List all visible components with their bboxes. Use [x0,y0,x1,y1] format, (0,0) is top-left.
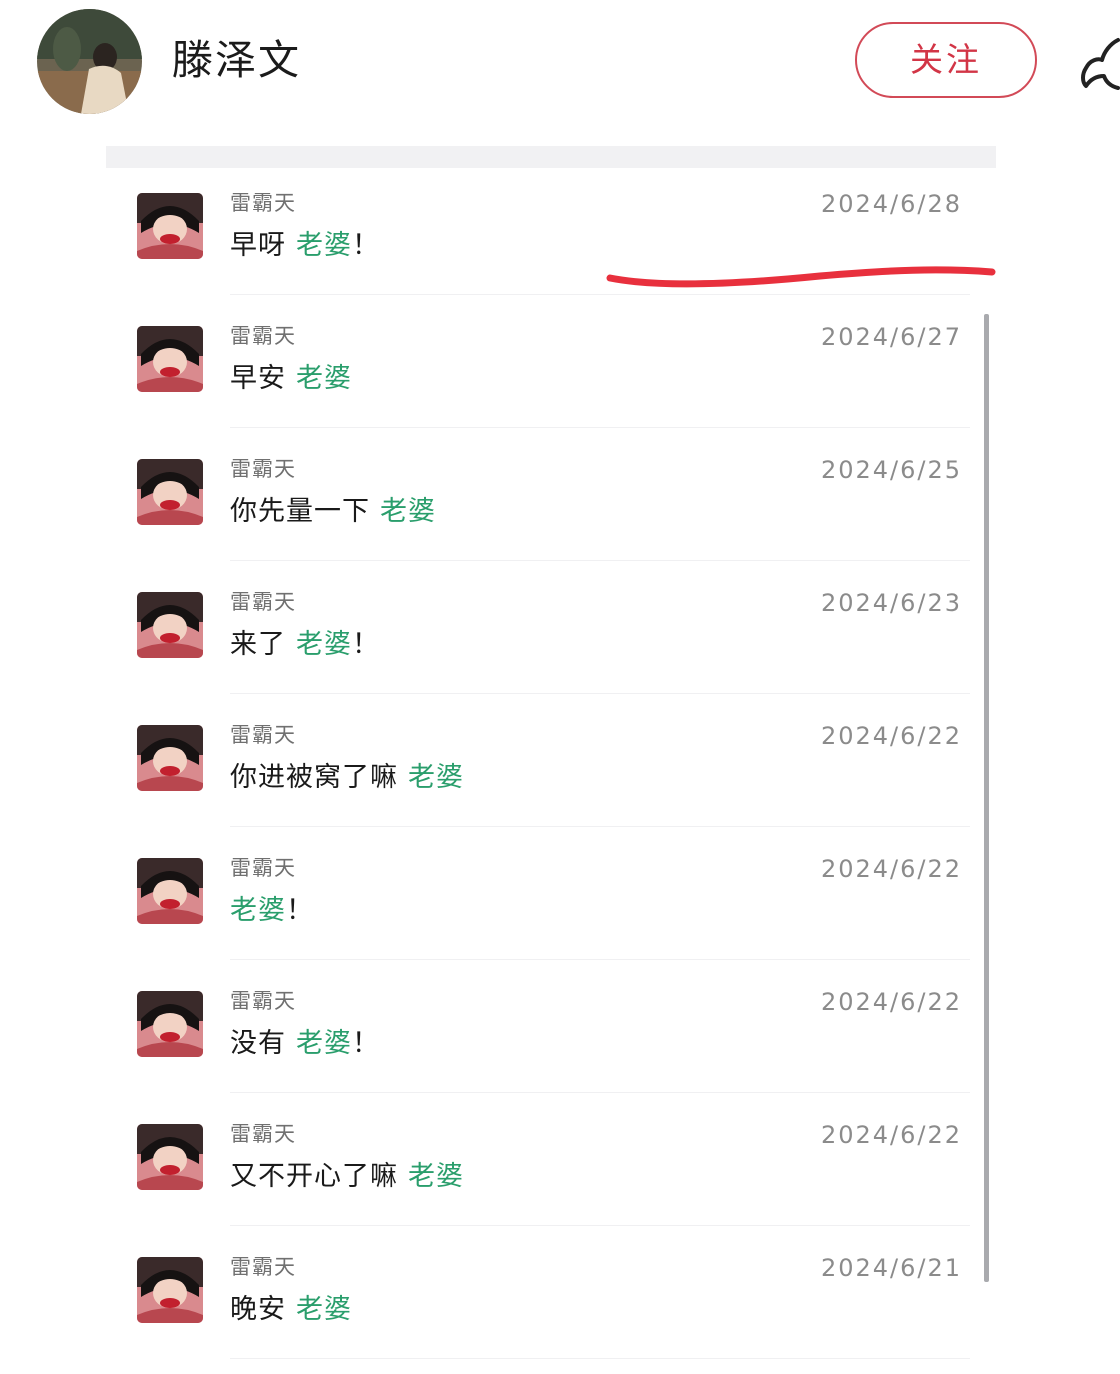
sender-avatar[interactable] [137,1257,203,1323]
message-text: 又不开心了嘛 老婆 [230,1157,464,1197]
message-body: 早呀 [230,230,286,261]
message-date: 2024/6/23 [820,589,962,617]
sender-name: 雷霸天 [230,1255,296,1279]
profile-avatar[interactable] [37,9,142,114]
sender-name: 雷霸天 [230,856,296,880]
message-keyword: 老婆 [296,1294,352,1325]
sender-avatar[interactable] [137,858,203,924]
row-divider [230,427,970,428]
message-tail: ！ [352,1028,380,1059]
message-tail: ！ [286,895,314,926]
message-text: 早呀 老婆！ [230,226,380,266]
message-row[interactable]: 雷霸天 2024/6/23 来了 老婆！ [130,589,970,709]
message-text: 你进被窝了嘛 老婆 [230,758,464,798]
message-date: 2024/6/25 [820,456,962,484]
message-row[interactable]: 雷霸天 2024/6/22 没有 老婆！ [130,988,970,1108]
message-body: 你进被窝了嘛 [230,762,398,793]
profile-header: 滕泽文 关注 [0,0,1120,125]
sender-name: 雷霸天 [230,590,296,614]
row-divider [230,1225,970,1226]
message-keyword: 老婆 [380,496,436,527]
message-keyword: 老婆 [296,230,352,261]
message-keyword: 老婆 [296,629,352,660]
message-keyword: 老婆 [230,895,286,926]
message-row[interactable]: 雷霸天 2024/6/21 晚安 老婆 [130,1254,970,1374]
message-text: 你先量一下 老婆 [230,492,436,532]
sender-name: 雷霸天 [230,1122,296,1146]
sender-name: 雷霸天 [230,989,296,1013]
message-date: 2024/6/22 [820,1121,962,1149]
message-text: 早安 老婆 [230,359,352,399]
message-row[interactable]: 雷霸天 2024/6/28 早呀 老婆！ [130,190,970,310]
message-date: 2024/6/28 [820,190,962,218]
row-divider [230,1092,970,1093]
message-text: 晚安 老婆 [230,1290,352,1330]
row-divider [230,693,970,694]
message-keyword: 老婆 [296,363,352,394]
message-text: 没有 老婆！ [230,1024,380,1064]
share-arrow-icon[interactable] [1080,30,1120,90]
message-row[interactable]: 雷霸天 2024/6/22 又不开心了嘛 老婆 [130,1121,970,1241]
message-tail: ！ [352,230,380,261]
row-divider [230,959,970,960]
feed-scrollbar[interactable] [984,314,989,1282]
sender-avatar[interactable] [137,193,203,259]
sender-name: 雷霸天 [230,723,296,747]
row-divider [230,826,970,827]
message-body: 又不开心了嘛 [230,1161,398,1192]
sender-avatar[interactable] [137,1124,203,1190]
row-divider [230,560,970,561]
feed-top-divider [106,146,996,168]
message-keyword: 老婆 [408,762,464,793]
message-date: 2024/6/22 [820,722,962,750]
profile-name: 滕泽文 [172,36,301,84]
message-date: 2024/6/21 [820,1254,962,1282]
message-keyword: 老婆 [296,1028,352,1059]
sender-name: 雷霸天 [230,191,296,215]
message-body: 没有 [230,1028,286,1059]
sender-avatar[interactable] [137,326,203,392]
sender-name: 雷霸天 [230,457,296,481]
message-body: 你先量一下 [230,496,370,527]
row-divider [230,1358,970,1359]
sender-avatar[interactable] [137,725,203,791]
message-row[interactable]: 雷霸天 2024/6/22 你进被窝了嘛 老婆 [130,722,970,842]
message-date: 2024/6/27 [820,323,962,351]
sender-name: 雷霸天 [230,324,296,348]
follow-button[interactable]: 关注 [855,22,1037,98]
message-row[interactable]: 雷霸天 2024/6/22 老婆！ [130,855,970,975]
message-body: 晚安 [230,1294,286,1325]
message-text: 来了 老婆！ [230,625,380,665]
row-divider [230,294,970,295]
sender-avatar[interactable] [137,459,203,525]
message-keyword: 老婆 [408,1161,464,1192]
message-body: 来了 [230,629,286,660]
sender-avatar[interactable] [137,592,203,658]
message-date: 2024/6/22 [820,855,962,883]
message-date: 2024/6/22 [820,988,962,1016]
sender-avatar[interactable] [137,991,203,1057]
message-row[interactable]: 雷霸天 2024/6/27 早安 老婆 [130,323,970,443]
message-tail: ！ [352,629,380,660]
message-text: 老婆！ [230,891,314,931]
message-body: 早安 [230,363,286,394]
message-row[interactable]: 雷霸天 2024/6/25 你先量一下 老婆 [130,456,970,576]
